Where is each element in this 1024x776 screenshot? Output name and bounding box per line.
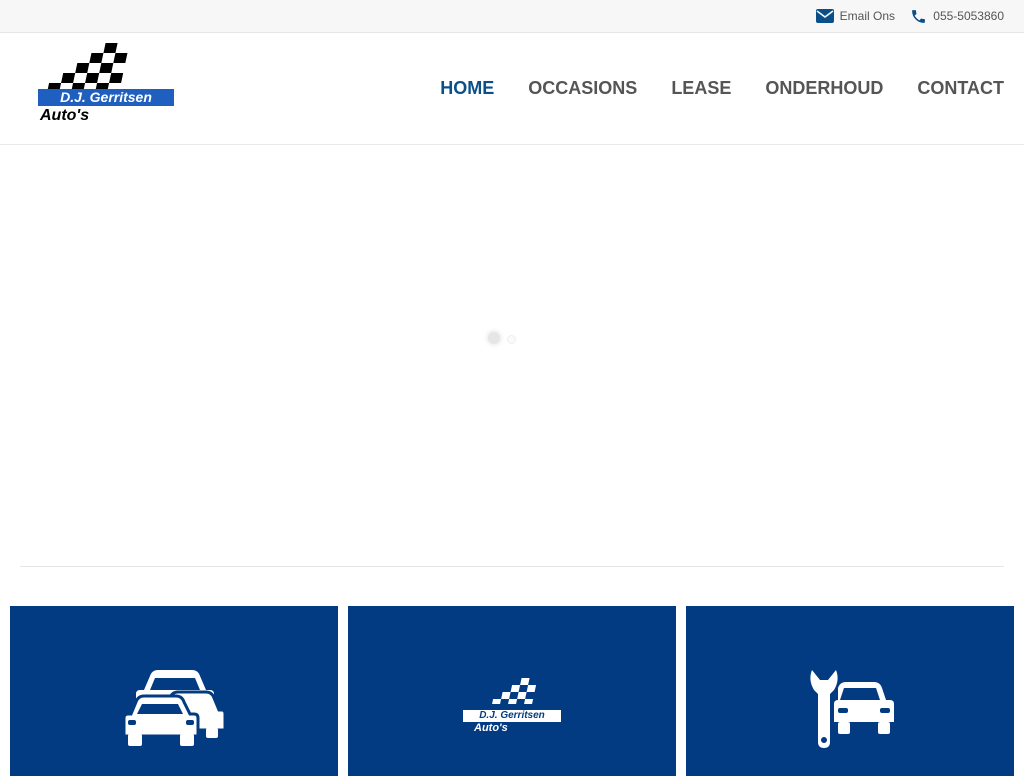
envelope-icon bbox=[815, 9, 834, 23]
wrench-car-icon bbox=[810, 670, 894, 748]
phone-icon bbox=[910, 8, 927, 25]
nav-contact[interactable]: CONTACT bbox=[917, 78, 1004, 99]
site-header: D.J. Gerritsen Auto's HOME OCCASIONS LEA… bbox=[0, 33, 1024, 145]
main-nav: HOME OCCASIONS LEASE ONDERHOUD CONTACT bbox=[440, 33, 1004, 144]
email-label: Email Ons bbox=[839, 9, 895, 23]
logo-line2: Auto's bbox=[40, 107, 90, 124]
nav-occasions[interactable]: OCCASIONS bbox=[528, 78, 637, 99]
cars-icon bbox=[122, 670, 226, 746]
phone-label: 055-5053860 bbox=[933, 9, 1004, 23]
logo-line1: D.J. Gerritsen bbox=[38, 89, 174, 106]
site-logo[interactable]: D.J. Gerritsen Auto's bbox=[22, 41, 178, 129]
top-contact-bar: Email Ons 055-5053860 bbox=[0, 0, 1024, 33]
tile-about[interactable]: D.J. Gerritsen Auto's bbox=[348, 606, 676, 776]
nav-lease[interactable]: LEASE bbox=[671, 78, 731, 99]
email-link[interactable]: Email Ons bbox=[815, 0, 895, 32]
section-divider bbox=[20, 566, 1004, 567]
phone-link[interactable]: 055-5053860 bbox=[910, 0, 1004, 32]
tile-occasions[interactable] bbox=[10, 606, 338, 776]
tile-logo-line1: D.J. Gerritsen bbox=[463, 710, 561, 722]
nav-home[interactable]: HOME bbox=[440, 78, 494, 99]
hero-slider bbox=[0, 145, 1024, 566]
tile-onderhoud[interactable] bbox=[686, 606, 1014, 776]
tile-logo-line2: Auto's bbox=[474, 722, 508, 734]
nav-onderhoud[interactable]: ONDERHOUD bbox=[765, 78, 883, 99]
loading-spinner-icon bbox=[488, 332, 500, 344]
loading-spinner-dot bbox=[507, 335, 516, 344]
